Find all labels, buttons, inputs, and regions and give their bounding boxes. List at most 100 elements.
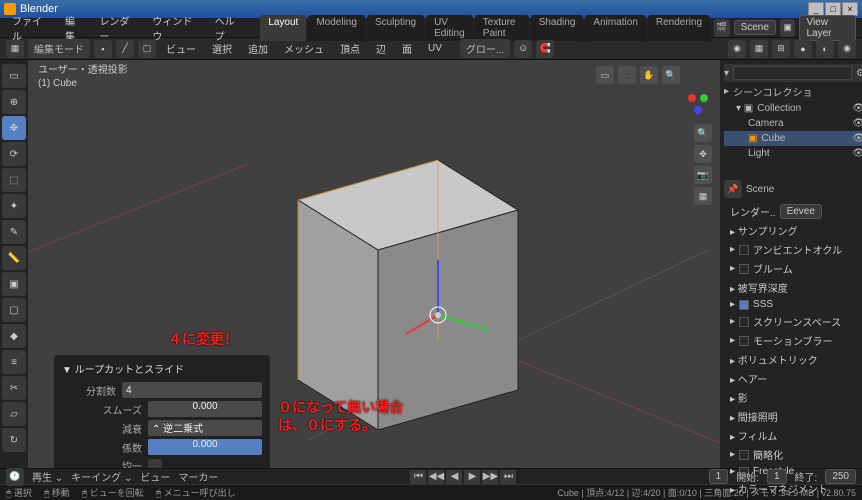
tab-uv[interactable]: UV Editing [426,15,473,41]
prop-section[interactable]: ▸ サンプリング [724,221,862,240]
tab-modeling[interactable]: Modeling [308,15,365,41]
vp-zoom-icon[interactable]: 🔍 [662,66,680,84]
scene-icon[interactable]: 🎬 [714,19,730,37]
face-menu[interactable]: 面 [396,39,418,58]
tl-current[interactable]: 1 [709,469,729,484]
select-tool[interactable]: ▭ [2,64,26,88]
scene-collection-label[interactable]: シーンコレクショ [733,84,813,99]
editor-type-icon[interactable]: ▦ [6,40,24,58]
measure-tool[interactable]: 📏 [2,246,26,270]
bevel-tool[interactable]: ◆ [2,324,26,348]
tl-play-rev-icon[interactable]: ◀ [446,470,462,484]
viewlayer-field[interactable]: View Layer [799,15,856,41]
tab-animation[interactable]: Animation [585,15,645,41]
outliner-search[interactable] [733,66,852,80]
inset-tool[interactable]: ▢ [2,298,26,322]
rotate-tool[interactable]: ⟳ [2,142,26,166]
even-checkbox[interactable] [148,459,162,469]
vp-camera-icon[interactable]: ▭ [596,66,614,84]
shading-wire-icon[interactable]: ⊞ [772,40,790,58]
prop-section[interactable]: ▸ フィルム [724,426,862,445]
pivot-icon[interactable]: ⊙ [514,40,532,58]
light-item[interactable]: Light [748,148,770,159]
viewlayer-icon[interactable]: ▣ [780,19,796,37]
panel-title[interactable]: ▼ ループカットとスライド [62,361,262,376]
factor-field[interactable]: 0.000 [148,439,262,455]
prop-section[interactable]: ▸ アンビエントオクル [724,240,862,259]
tl-keying[interactable]: キーイング ⌄ [71,469,132,484]
tl-marker[interactable]: マーカー [178,469,218,484]
filter-icon[interactable]: ▾ [724,68,729,79]
orientation-dropdown[interactable]: グロー... [460,39,510,58]
cursor-tool[interactable]: ⊕ [2,90,26,114]
cuts-field[interactable] [122,382,262,398]
props-pin-icon[interactable]: 📌 [724,180,742,198]
camera-item[interactable]: Camera [748,118,784,129]
edge-menu[interactable]: 辺 [370,39,392,58]
xray-icon[interactable]: ▦ [750,40,768,58]
spin-tool[interactable]: ↻ [2,428,26,452]
tab-layout[interactable]: Layout [260,15,306,41]
vp-render-icon[interactable]: 🎥 [618,66,636,84]
vertex-menu[interactable]: 頂点 [334,39,366,58]
shading-solid-icon[interactable]: ● [794,40,812,58]
knife-tool[interactable]: ✂ [2,376,26,400]
gizmo-z-icon[interactable] [694,106,702,114]
add-menu[interactable]: 追加 [242,39,274,58]
cube-item[interactable]: Cube [761,133,785,144]
sel-vert-icon[interactable]: ▪ [94,40,112,58]
prop-section[interactable]: ▸ ヘアー [724,369,862,388]
light-vis-icon[interactable]: 👁 [852,148,862,159]
tl-start[interactable]: 1 [767,469,787,484]
prop-section[interactable]: ▸ 簡略化 [724,445,862,464]
filter-settings-icon[interactable]: ⚙ [856,68,862,79]
tab-sculpting[interactable]: Sculpting [367,15,424,41]
tl-prev-key-icon[interactable]: ◀◀ [428,470,444,484]
prop-section[interactable]: ▸ ボリュメトリック [724,350,862,369]
timeline-editor-icon[interactable]: 🕐 [6,468,24,486]
move-tool[interactable]: ✥ [2,116,26,140]
visibility-icon[interactable]: 👁 [852,103,862,114]
tl-playback[interactable]: 再生 ⌄ [32,469,63,484]
nav-grid-icon[interactable]: ▦ [694,187,712,205]
cube-vis-icon[interactable]: 👁 [852,133,862,144]
transform-tool[interactable]: ✦ [2,194,26,218]
overlay-toggle-icon[interactable]: ◉ [728,40,746,58]
viewport-3d[interactable]: ユーザー・透視投影 (1) Cube ▭ 🎥 ✋ 🔍 🔍 ✥ 📷 ▦ [28,60,720,468]
nav-pan-icon[interactable]: ✥ [694,145,712,163]
tab-shading[interactable]: Shading [531,15,584,41]
prop-section[interactable]: ▸ スクリーンスペース [724,312,862,331]
gizmo-x-icon[interactable] [688,94,696,102]
prop-section[interactable]: ▸ 影 [724,388,862,407]
nav-cam-icon[interactable]: 📷 [694,166,712,184]
tl-view[interactable]: ビュー [140,469,170,484]
polybuild-tool[interactable]: ▱ [2,402,26,426]
nav-gizmo[interactable] [684,90,712,118]
nav-zoom-icon[interactable]: 🔍 [694,124,712,142]
shading-matcap-icon[interactable]: ◐ [816,40,834,58]
extrude-tool[interactable]: ▣ [2,272,26,296]
annotate-tool[interactable]: ✎ [2,220,26,244]
loopcut-tool[interactable]: ≡ [2,350,26,374]
smooth-field[interactable]: 0.000 [148,401,262,417]
mode-dropdown[interactable]: 編集モード [28,39,90,58]
tl-jump-end-icon[interactable]: ⏭ [500,470,516,484]
shading-rendered-icon[interactable]: ◉ [838,40,856,58]
sel-face-icon[interactable]: ▢ [138,40,156,58]
prop-section[interactable]: ▸ SSS [724,297,862,312]
tl-end[interactable]: 250 [825,469,856,484]
gizmo-y-icon[interactable] [700,94,708,102]
view-menu[interactable]: ビュー [160,39,202,58]
tab-rendering[interactable]: Rendering [648,15,710,41]
tl-next-key-icon[interactable]: ▶▶ [482,470,498,484]
scale-tool[interactable]: ⬚ [2,168,26,192]
select-menu[interactable]: 選択 [206,39,238,58]
tab-texpaint[interactable]: Texture Paint [475,15,529,41]
tl-play-icon[interactable]: ▶ [464,470,480,484]
sel-edge-icon[interactable]: ╱ [116,40,134,58]
render-engine-dropdown[interactable]: Eevee [780,204,822,219]
prop-section[interactable]: ▸ 間接照明 [724,407,862,426]
scene-field[interactable]: Scene [734,20,776,35]
falloff-dropdown[interactable]: ⌃ 逆二乗式 [148,420,262,436]
snap-icon[interactable]: 🧲 [536,40,554,58]
